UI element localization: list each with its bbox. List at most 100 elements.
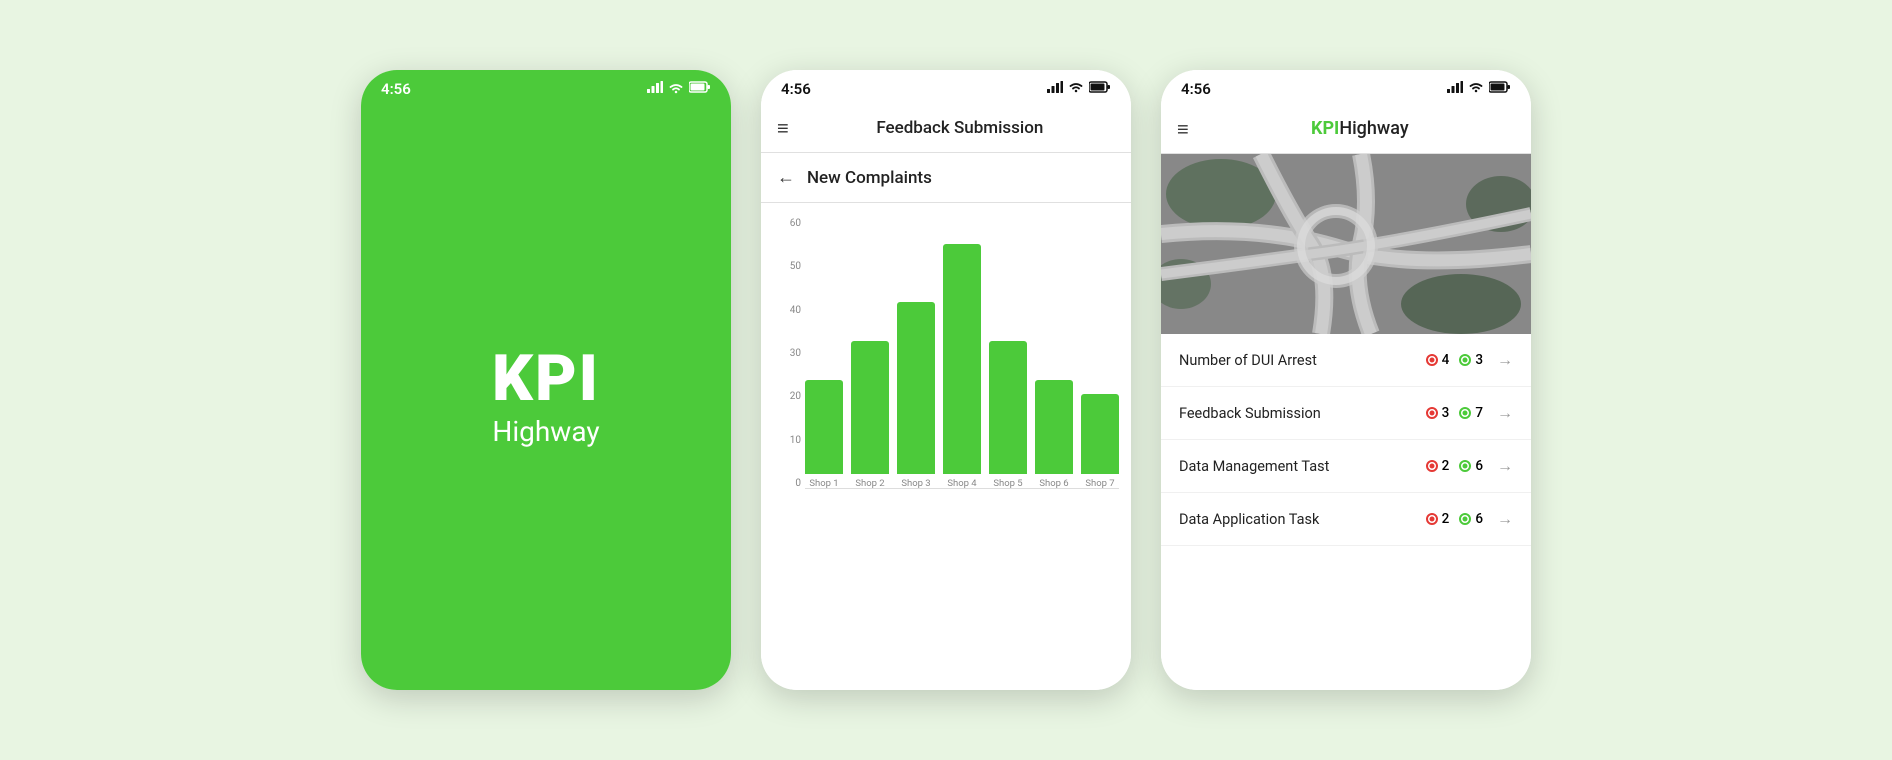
red-count: 3	[1442, 405, 1450, 421]
y-label-30: 30	[790, 349, 801, 359]
bar-item: Shop 2	[851, 341, 889, 489]
splash-screen: KPI Highway	[361, 104, 731, 690]
red-count: 2	[1442, 511, 1450, 527]
chart-sub-nav-title: New Complaints	[807, 168, 932, 188]
green-count: 3	[1475, 352, 1483, 368]
metric-red-badge: 3	[1426, 405, 1450, 421]
chart-nav-title: Feedback Submission	[805, 118, 1115, 138]
screens-container: 4:56 KPI Highway 4:56	[361, 70, 1531, 690]
wifi-icon-chart	[1068, 81, 1084, 97]
status-bar-splash: 4:56	[361, 70, 731, 104]
kpi-brand: KPIHighway	[1205, 118, 1515, 139]
y-label-50: 50	[790, 262, 801, 272]
time-dashboard: 4:56	[1181, 80, 1211, 98]
y-label-20: 20	[790, 392, 801, 402]
red-dot-icon	[1426, 460, 1438, 472]
metric-row: Number of DUI Arrest43→	[1161, 334, 1531, 387]
red-dot-icon	[1426, 513, 1438, 525]
battery-icon-dashboard	[1489, 81, 1511, 97]
metric-green-badge: 7	[1459, 405, 1483, 421]
chart-screen: ≡ Feedback Submission ← New Complaints 6…	[761, 104, 1131, 690]
metric-label: Data Management Tast	[1179, 458, 1426, 475]
phone-splash: 4:56 KPI Highway	[361, 70, 731, 690]
status-icons-dashboard	[1447, 81, 1511, 97]
hamburger-icon[interactable]: ≡	[777, 118, 789, 138]
metrics-container: Number of DUI Arrest43→Feedback Submissi…	[1161, 334, 1531, 546]
red-dot-icon	[1426, 407, 1438, 419]
y-label-60: 60	[790, 219, 801, 229]
green-dot-icon	[1459, 407, 1471, 419]
bar	[1035, 380, 1073, 474]
green-count: 6	[1475, 458, 1483, 474]
hero-image	[1161, 154, 1531, 334]
bar	[943, 244, 981, 474]
time-splash: 4:56	[381, 80, 411, 98]
bar	[851, 341, 889, 474]
chart-container: 60 50 40 30 20 10 0 Shop 1Shop 2Shop 3Sh…	[761, 203, 1131, 690]
bar-item: Shop 6	[1035, 380, 1073, 489]
dashboard-screen: ≡ KPIHighway	[1161, 104, 1531, 690]
phone-dashboard: 4:56 ≡ KPIHighway	[1161, 70, 1531, 690]
metric-values: 26 →	[1426, 509, 1513, 529]
metric-arrow-icon[interactable]: →	[1497, 403, 1513, 423]
bar	[897, 302, 935, 475]
chart-sub-nav: ← New Complaints	[761, 153, 1131, 203]
battery-icon-splash	[689, 81, 711, 97]
red-count: 2	[1442, 458, 1450, 474]
metric-label: Feedback Submission	[1179, 405, 1426, 422]
chart-area: 60 50 40 30 20 10 0 Shop 1Shop 2Shop 3Sh…	[773, 219, 1119, 519]
wifi-icon-splash	[668, 82, 684, 97]
phone-chart: 4:56 ≡ Feedback Submission ← New Com	[761, 70, 1131, 690]
battery-icon-chart	[1089, 81, 1111, 97]
green-dot-icon	[1459, 513, 1471, 525]
bar-item: Shop 4	[943, 244, 981, 489]
metric-values: 37 →	[1426, 403, 1513, 423]
signal-icon-chart	[1047, 81, 1063, 97]
highway-text: Highway	[492, 415, 600, 448]
signal-icon-dashboard	[1447, 81, 1463, 97]
metric-values: 2 6 →	[1426, 456, 1513, 476]
green-dot-icon	[1459, 354, 1471, 366]
red-dot-icon	[1426, 354, 1438, 366]
x-axis-line	[805, 488, 1119, 489]
metric-green-badge: 6	[1459, 458, 1483, 474]
green-dot-icon	[1459, 460, 1471, 472]
y-label-10: 10	[790, 436, 801, 446]
bar-item: Shop 1	[805, 380, 843, 489]
signal-icon-splash	[647, 81, 663, 97]
metric-row: Feedback Submission 37 →	[1161, 387, 1531, 440]
bars-group: Shop 1Shop 2Shop 3Shop 4Shop 5Shop 6Shop…	[805, 219, 1119, 489]
y-label-40: 40	[790, 306, 801, 316]
bar	[989, 341, 1027, 474]
dashboard-nav: ≡ KPIHighway	[1161, 104, 1531, 154]
metric-green-badge: 3	[1459, 352, 1483, 368]
status-icons-chart	[1047, 81, 1111, 97]
bar-item: Shop 7	[1081, 394, 1119, 490]
metric-label: Data Application Task	[1179, 511, 1426, 528]
time-chart: 4:56	[781, 80, 811, 98]
status-bar-dashboard: 4:56	[1161, 70, 1531, 104]
metric-row: Data Management Tast 2 6 →	[1161, 440, 1531, 493]
kpi-text: KPI	[492, 347, 600, 411]
bar-item: Shop 5	[989, 341, 1027, 489]
metric-arrow-icon[interactable]: →	[1497, 456, 1513, 476]
metric-red-badge: 2	[1426, 511, 1450, 527]
dashboard-hamburger-icon[interactable]: ≡	[1177, 119, 1189, 139]
metric-arrow-icon[interactable]: →	[1497, 509, 1513, 529]
status-bar-chart: 4:56	[761, 70, 1131, 104]
metric-arrow-icon[interactable]: →	[1497, 350, 1513, 370]
metric-red-badge: 2	[1426, 458, 1450, 474]
bar	[1081, 394, 1119, 475]
y-axis: 60 50 40 30 20 10 0	[773, 219, 801, 489]
bar	[805, 380, 843, 474]
wifi-icon-dashboard	[1468, 81, 1484, 97]
kpi-brand-highway: Highway	[1339, 118, 1408, 139]
metric-row: Data Application Task 26 →	[1161, 493, 1531, 546]
back-arrow-icon[interactable]: ←	[777, 167, 795, 188]
kpi-brand-kpi: KPI	[1311, 118, 1339, 139]
metric-green-badge: 6	[1459, 511, 1483, 527]
status-icons-splash	[647, 81, 711, 97]
kpi-logo: KPI Highway	[492, 347, 600, 448]
metric-label: Number of DUI Arrest	[1179, 352, 1426, 369]
metric-values: 43→	[1426, 350, 1513, 370]
